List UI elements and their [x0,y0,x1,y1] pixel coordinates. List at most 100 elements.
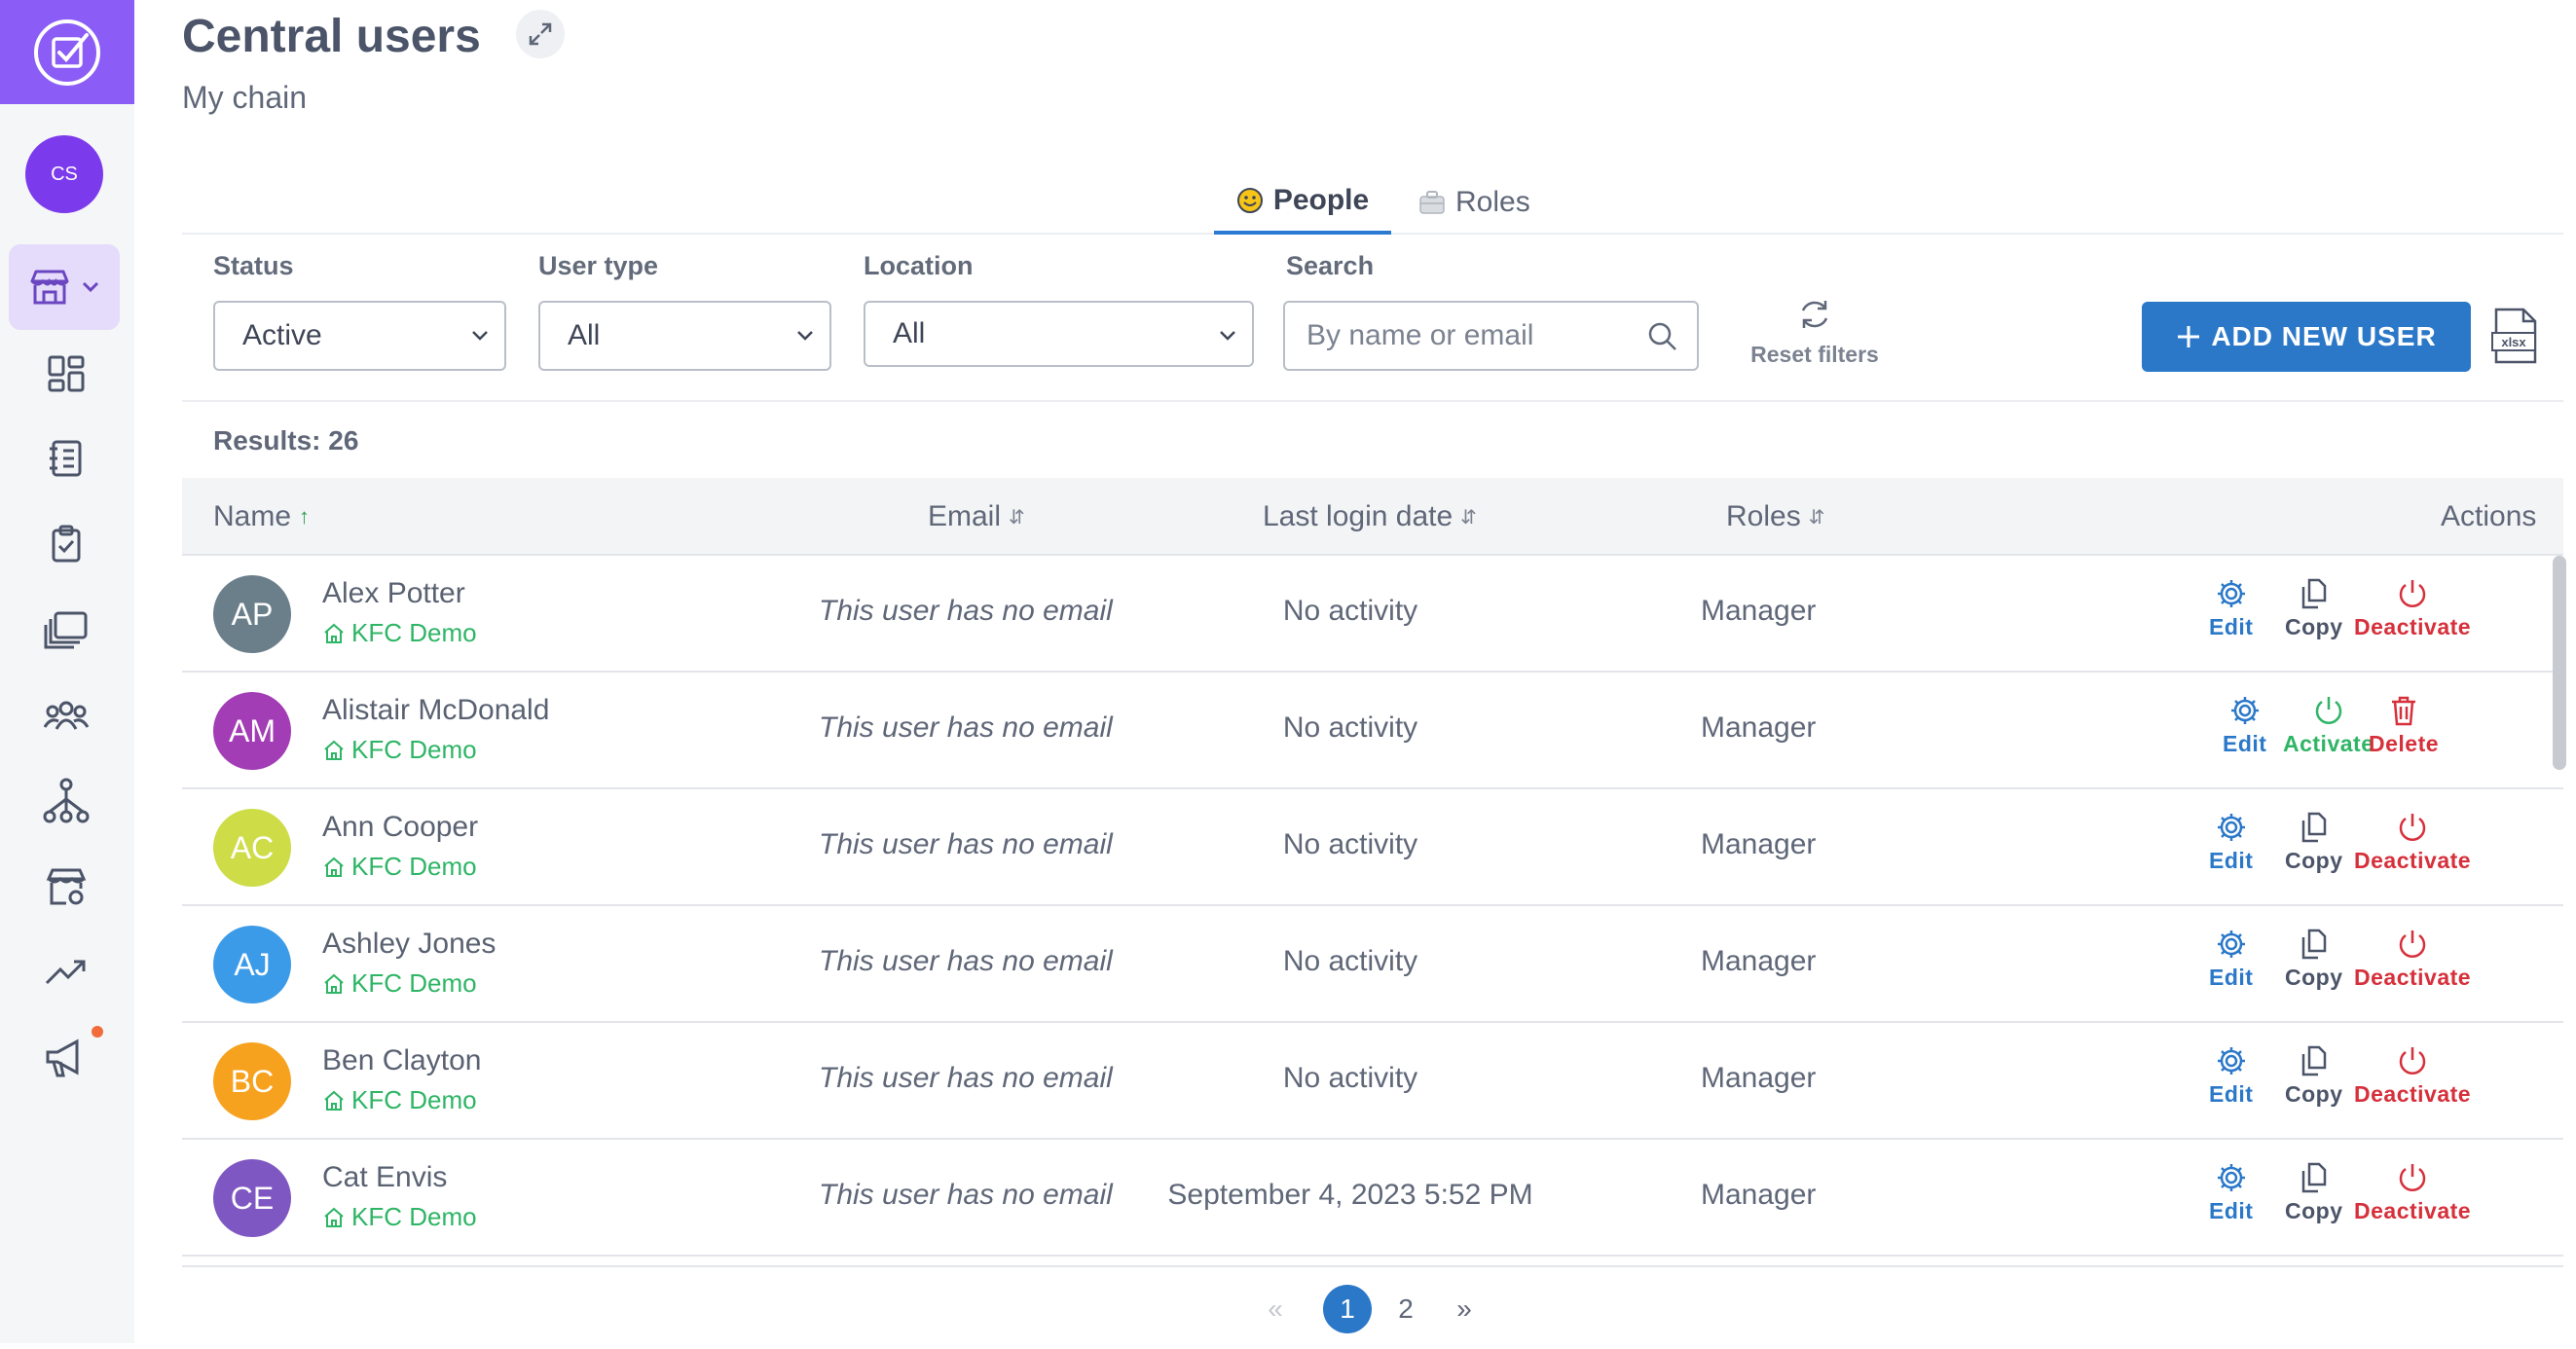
user-type-filter-label: User type [538,251,659,280]
copy-button[interactable]: Copy [2285,811,2343,874]
user-name[interactable]: Alistair McDonald [322,694,549,727]
table-row: AP Alex Potter KFC Demo This user has no… [182,556,2563,673]
svg-text:xlsx: xlsx [2501,335,2526,349]
name-header-label: Name [213,500,292,532]
location-select[interactable]: All [864,301,1254,367]
edit-button[interactable]: Edit [2223,694,2266,757]
last-login-column-header[interactable]: Last login date ⇵ [1263,478,1477,556]
user-last-login: No activity [1282,711,1418,744]
nav-gallery[interactable] [37,601,95,659]
clipboard-check-icon [52,525,81,563]
user-type-select[interactable]: All [538,301,831,371]
reset-filters-button[interactable]: Reset filters [1737,297,1893,375]
edit-button[interactable]: Edit [2209,1044,2253,1108]
deactivate-button[interactable]: Deactivate [2354,577,2471,640]
nav-team[interactable] [37,686,95,745]
copy-button[interactable]: Copy [2285,928,2343,991]
copy-button[interactable]: Copy [2285,1161,2343,1224]
user-last-login: September 4, 2023 5:52 PM [1167,1179,1533,1211]
tab-roles[interactable]: Roles [1418,170,1555,235]
power-icon [2312,694,2345,727]
nav-store-settings[interactable] [37,857,95,916]
tab-people[interactable]: People [1214,170,1391,235]
nav-dashboard[interactable] [37,345,95,403]
trash-icon [2387,694,2420,727]
tab-bar: People Roles [182,170,2563,235]
copy-icon [2298,1161,2331,1194]
copy-label: Copy [2285,614,2343,639]
user-location-label: KFC Demo [351,1202,477,1231]
pagination-page-2[interactable]: 2 [1381,1285,1430,1333]
edit-button[interactable]: Edit [2209,811,2253,874]
nav-store-selector[interactable] [9,244,120,330]
edit-button[interactable]: Edit [2209,577,2253,640]
store-icon [30,270,69,305]
copy-button[interactable]: Copy [2285,1044,2343,1108]
activate-button[interactable]: Activate [2283,694,2374,757]
smiley-icon [1236,188,1263,213]
nav-analytics[interactable] [37,943,95,1002]
user-location: KFC Demo [322,618,477,648]
home-icon [324,973,344,994]
edit-button[interactable]: Edit [2209,928,2253,991]
page-title: Central users [182,11,481,62]
nav-notebook[interactable] [37,429,95,488]
avatar: AJ [213,926,291,1003]
edit-button[interactable]: Edit [2209,1161,2253,1224]
location-select-value: All [893,317,926,349]
table-scrollbar[interactable] [2553,556,2566,770]
export-xlsx-button[interactable]: xlsx [2490,308,2545,366]
notification-dot [92,1026,103,1038]
deactivate-label: Deactivate [2354,1081,2472,1107]
table-row: AJ Ashley Jones KFC Demo This user has n… [182,906,2563,1023]
email-column-header[interactable]: Email ⇵ [928,478,1025,556]
copy-icon [2298,1044,2331,1077]
avatar: BC [213,1042,291,1120]
name-column-header[interactable]: Name ↑ [213,478,310,556]
user-role: Manager [1701,595,1817,627]
user-role: Manager [1701,828,1817,860]
user-name[interactable]: Ann Cooper [322,811,478,844]
user-location: KFC Demo [322,1202,477,1232]
sort-icon: ⇵ [1808,506,1825,529]
power-icon [2396,928,2429,961]
search-input[interactable]: By name or email [1283,301,1699,371]
table-row: BC Ben Clayton KFC Demo This user has no… [182,1023,2563,1140]
deactivate-button[interactable]: Deactivate [2354,811,2471,874]
nav-hierarchy[interactable] [37,772,95,830]
status-select[interactable]: Active [213,301,506,371]
roles-header-label: Roles [1726,500,1801,532]
gear-icon [2215,1161,2248,1194]
user-name[interactable]: Ashley Jones [322,928,496,961]
user-role: Manager [1701,1062,1817,1094]
app-logo[interactable] [0,0,134,104]
roles-column-header[interactable]: Roles ⇵ [1726,478,1824,556]
delete-button[interactable]: Delete [2369,694,2439,757]
notebook-icon [50,440,82,477]
user-name[interactable]: Alex Potter [322,577,465,610]
user-avatar[interactable]: CS [25,135,103,213]
deactivate-button[interactable]: Deactivate [2354,1161,2471,1224]
activate-label: Activate [2283,731,2374,756]
copy-button[interactable]: Copy [2285,577,2343,640]
pagination-page-1[interactable]: 1 [1323,1285,1372,1333]
pagination-prev[interactable]: « [1251,1285,1300,1333]
deactivate-button[interactable]: Deactivate [2354,1044,2471,1108]
chevron-down-icon [472,331,488,341]
nav-announcements[interactable] [37,1029,95,1087]
power-icon [2396,1161,2429,1194]
user-name[interactable]: Cat Envis [322,1161,447,1194]
chevron-down-icon [797,331,813,341]
user-name[interactable]: Ben Clayton [322,1044,481,1077]
add-new-user-button[interactable]: ADD NEW USER [2142,302,2471,372]
avatar: AP [213,575,291,653]
user-last-login: No activity [1282,945,1418,977]
plus-icon [2178,326,2200,347]
expand-button[interactable] [516,10,565,58]
nav-checklists[interactable] [37,515,95,573]
power-icon [2396,811,2429,844]
deactivate-button[interactable]: Deactivate [2354,928,2471,991]
pagination-next[interactable]: » [1440,1285,1489,1333]
sort-icon: ⇵ [1460,506,1477,529]
user-location: KFC Demo [322,1085,477,1115]
